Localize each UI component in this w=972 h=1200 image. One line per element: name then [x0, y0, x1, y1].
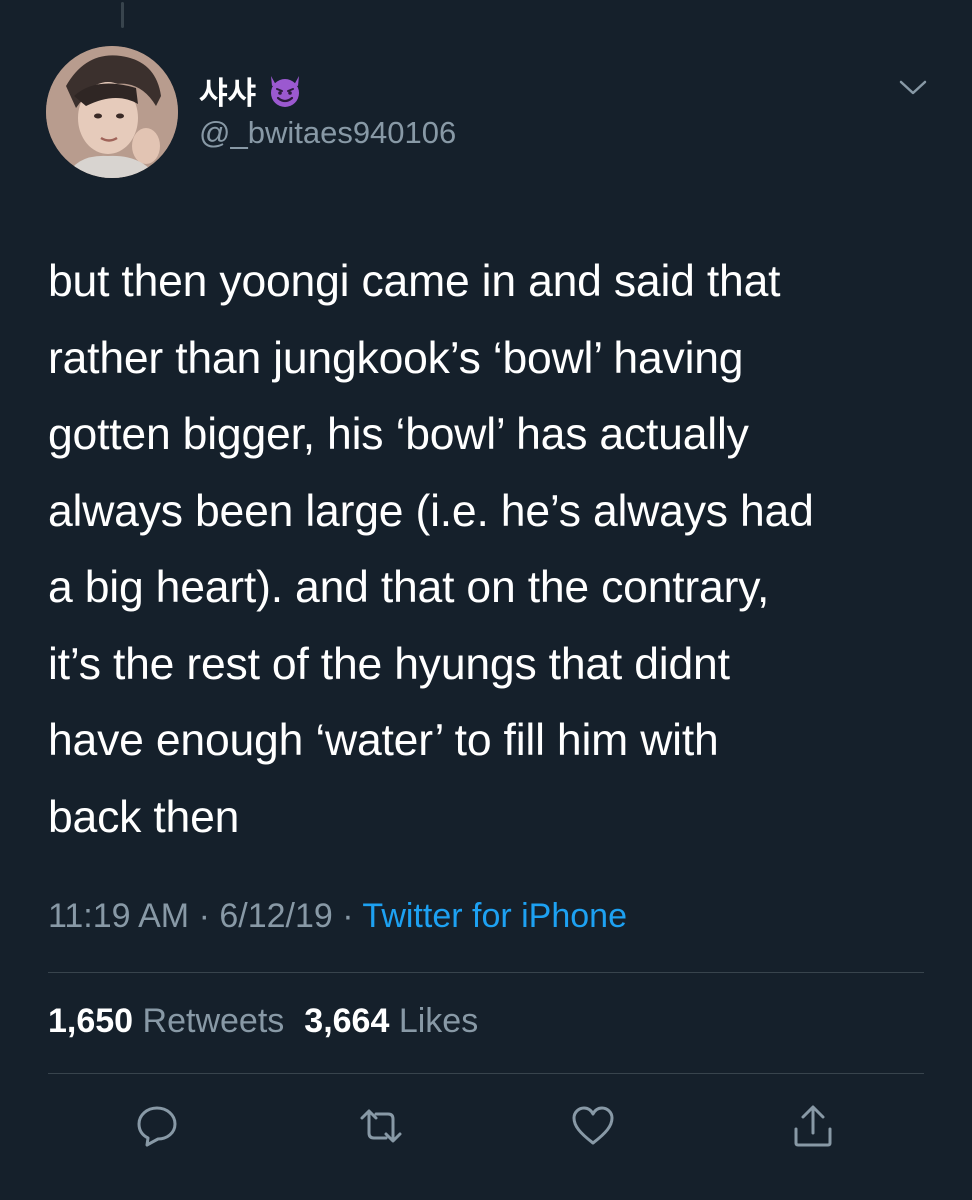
chevron-down-icon[interactable] [898, 78, 928, 98]
retweet-button[interactable] [355, 1100, 407, 1152]
likes-label: Likes [398, 1002, 479, 1040]
share-button[interactable] [787, 1100, 839, 1152]
author-handle[interactable]: @_bwitaes940106 [199, 115, 456, 151]
reply-button[interactable] [131, 1100, 183, 1152]
tweet-text-line: gotten bigger, his ‘bowl’ has actually [48, 410, 749, 459]
avatar[interactable] [46, 46, 178, 178]
tweet-text-line: always been large (i.e. he’s always had [48, 486, 814, 536]
tweet-stats: 1,650 Retweets 3,664 Likes [48, 1002, 478, 1041]
tweet-text-line: a big heart). and that on the contrary, [48, 563, 770, 612]
reply-icon [137, 1106, 177, 1147]
share-icon [794, 1105, 832, 1147]
author-display-name[interactable]: 샤샤 [199, 68, 304, 113]
tweet-date: 6/12/19 [219, 897, 333, 935]
likes-count: 3,664 [304, 1002, 390, 1040]
meta-separator: · [189, 897, 220, 935]
meta-separator: · [332, 897, 363, 935]
retweet-icon [360, 1109, 402, 1143]
retweets-label: Retweets [142, 1002, 285, 1040]
like-icon [572, 1106, 614, 1145]
retweets-count: 1,650 [48, 1002, 134, 1040]
divider [48, 1073, 924, 1074]
tweet-text-line: but then yoongi came in and said that [48, 257, 781, 306]
tweet-text: but then yoongi came in and said that ra… [48, 244, 948, 856]
tweet-metadata: 11:19 AM · 6/12/19 · Twitter for iPhone [48, 897, 627, 936]
avatar-photo [46, 46, 178, 178]
retweets-stat[interactable]: 1,650 Retweets [48, 1002, 284, 1040]
smiling-devil-emoji-icon [266, 72, 304, 110]
like-button[interactable] [567, 1100, 619, 1152]
thread-connector-line [121, 2, 124, 28]
display-name-text: 샤샤 [199, 76, 257, 111]
likes-stat[interactable]: 3,664 Likes [304, 1002, 478, 1040]
tweet-text-line: have enough ‘water’ to fill him with [48, 716, 719, 765]
tweet-text-line: back then [48, 792, 240, 842]
divider [48, 972, 924, 973]
tweet-text-line: rather than jungkook’s ‘bowl’ having [48, 333, 744, 383]
tweet-source-link[interactable]: Twitter for iPhone [362, 897, 627, 935]
tweet-time: 11:19 AM [48, 897, 190, 935]
tweet-text-line: it’s the rest of the hyungs that didnt [48, 639, 730, 689]
